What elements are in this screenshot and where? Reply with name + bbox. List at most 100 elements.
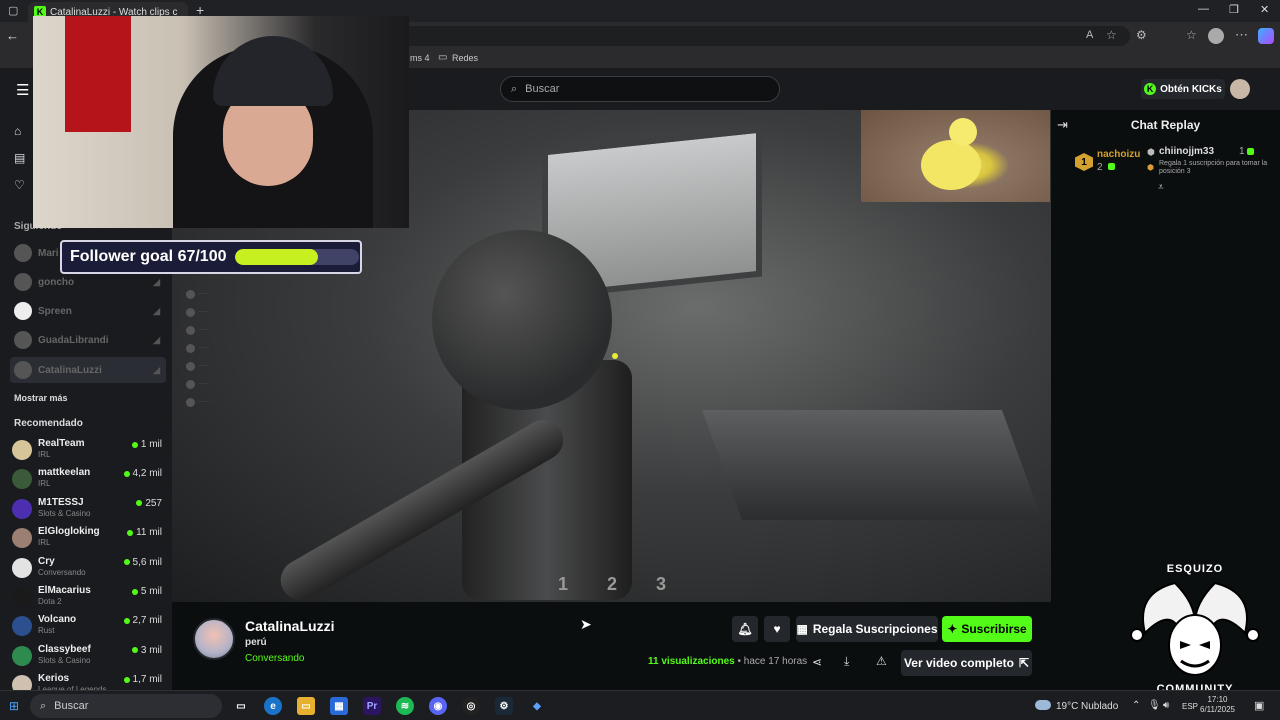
viewer-count: 2,7 mil xyxy=(132,615,162,627)
live-dot-icon xyxy=(136,500,143,507)
edge-icon[interactable]: e xyxy=(264,697,282,715)
user-avatar[interactable] xyxy=(1230,79,1250,99)
app-icon[interactable]: ◆ xyxy=(528,697,546,715)
back-icon[interactable]: ← xyxy=(6,28,19,43)
profile-icon[interactable] xyxy=(1208,28,1224,44)
recommended-item[interactable]: Volcano Rust 2,7 mil xyxy=(12,612,164,641)
channel-name[interactable]: CatalinaLuzzi xyxy=(245,618,334,634)
channel-avatar xyxy=(12,469,32,490)
gift-position-hint: Regala 1 suscripción para tomar la posic… xyxy=(1159,160,1268,175)
browse-icon[interactable]: ▤ xyxy=(14,151,28,165)
expand-leaderboard-icon[interactable]: ⩡ xyxy=(1158,182,1164,193)
favorite-star-icon[interactable]: ☆ xyxy=(1106,28,1117,42)
discord-icon[interactable]: ◉ xyxy=(429,697,447,715)
channel-avatar xyxy=(12,498,32,519)
language-indicator[interactable]: ESP xyxy=(1182,702,1198,711)
top-gifter-count: 2 xyxy=(1097,162,1103,173)
recommended-category: IRL xyxy=(38,479,51,489)
recommended-item[interactable]: M1TESSJ Slots & Casino 257 xyxy=(12,495,164,524)
recommended-viewers: 1 mil xyxy=(131,439,162,450)
recommended-name: ElMacarius xyxy=(38,585,91,596)
recommended-item[interactable]: RealTeam IRL 1 mil xyxy=(12,436,164,465)
bookmark-folder[interactable]: Redes xyxy=(452,53,478,63)
hamburger-menu-icon[interactable]: ☰ xyxy=(16,81,29,99)
offline-icon: ◢ xyxy=(153,305,160,316)
subscribe-button[interactable]: ✦ Suscribirse xyxy=(942,616,1032,642)
gift-leaderboard: 1 nachoizu 2 ⬢ chiinojjm33 1 ⬢ Regala 1 … xyxy=(1061,138,1273,186)
stream-title: perú xyxy=(245,637,267,648)
tab-actions-icon[interactable]: ▢ xyxy=(8,4,18,17)
follower-goal-widget: Follower goal 67/100 xyxy=(60,240,362,274)
follower-goal-progress-bar xyxy=(234,249,359,265)
stream-category[interactable]: Conversando xyxy=(245,653,304,664)
clock-date: 6/11/2025 xyxy=(1200,705,1235,714)
show-more-link[interactable]: Mostrar más xyxy=(14,393,68,403)
tray-chevron-icon[interactable]: ⌃ xyxy=(1132,700,1140,711)
home-icon[interactable]: ⌂ xyxy=(14,124,28,138)
following-item-active[interactable]: CatalinaLuzzi ◢ xyxy=(10,357,166,383)
top-gifter-name[interactable]: nachoizu xyxy=(1097,149,1140,160)
collections-icon[interactable]: ☆ xyxy=(1186,28,1197,42)
viewer-count: 4,2 mil xyxy=(132,468,162,480)
recommended-item[interactable]: Cry Conversando 5,6 mil xyxy=(12,554,164,583)
following-item[interactable]: GuadaLibrandi ◢ xyxy=(10,327,166,353)
spotify-icon[interactable]: ≋ xyxy=(396,697,414,715)
recommended-item[interactable]: mattkeelan IRL 4,2 mil xyxy=(12,465,164,494)
share-icon[interactable]: ⋖ xyxy=(812,655,822,669)
download-icon[interactable]: ⤓ xyxy=(844,654,849,669)
minimize-icon[interactable]: — xyxy=(1198,3,1209,15)
search-input[interactable]: ⌕ Buscar xyxy=(500,76,780,102)
notifications-bell-button[interactable]: 🔔︎ xyxy=(732,616,758,642)
views-count: 11 xyxy=(648,656,659,667)
recommended-item[interactable]: Classybeef Slots & Casino 3 mil xyxy=(12,642,164,671)
recommended-category: Slots & Casino xyxy=(38,508,91,518)
read-aloud-icon[interactable]: A xyxy=(1086,29,1093,41)
channel-avatar xyxy=(12,645,32,666)
microphone-icon[interactable]: 🎙︎ xyxy=(1148,700,1161,711)
weather-desc: Nublado xyxy=(1081,701,1119,712)
following-name: goncho xyxy=(38,276,75,288)
recommended-viewers: 257 xyxy=(136,498,162,509)
viewer-count: 1,7 mil xyxy=(132,674,162,686)
report-icon[interactable]: ⚠ xyxy=(876,654,887,668)
copilot-icon[interactable] xyxy=(1258,28,1274,44)
taskbar-search[interactable]: ⌕ Buscar xyxy=(30,694,222,718)
second-gifter-name[interactable]: chiinojjm33 xyxy=(1159,146,1214,157)
taskbar-clock[interactable]: 17:10 6/11/2025 xyxy=(1200,695,1235,715)
maximize-icon[interactable]: ❐ xyxy=(1229,3,1239,16)
live-dot-icon xyxy=(131,647,138,654)
more-menu-icon[interactable]: ⋯ xyxy=(1235,27,1248,43)
recommended-item[interactable]: ElGlogloking IRL 11 mil xyxy=(12,524,164,553)
following-item[interactable]: Spreen ◢ xyxy=(10,298,166,324)
weather-temp[interactable]: 19°C xyxy=(1056,701,1078,712)
gifter-badge-icon: ⬢ xyxy=(1147,147,1155,157)
steam-icon[interactable]: ⚙ xyxy=(495,697,513,715)
watch-full-video-button[interactable]: Ver video completo ⇱ xyxy=(901,650,1032,676)
rank-badge: 1 xyxy=(1075,153,1093,171)
following-heart-icon[interactable]: ♡ xyxy=(14,178,28,192)
offline-icon: ◢ xyxy=(153,364,160,375)
recommended-item[interactable]: ElMacarius Dota 2 5 mil xyxy=(12,583,164,612)
channel-avatar xyxy=(12,557,32,578)
recommended-viewers: 1,7 mil xyxy=(123,674,162,686)
file-explorer-icon[interactable]: ▭ xyxy=(297,697,315,715)
get-kicks-button[interactable]: K Obtén KICKs xyxy=(1141,79,1225,99)
following-name: GuadaLibrandi xyxy=(38,334,109,346)
volume-icon[interactable]: 🔊︎ xyxy=(1163,700,1169,711)
premiere-icon[interactable]: Pr xyxy=(363,697,381,715)
store-icon[interactable]: ▦ xyxy=(330,697,348,715)
bookmark-item[interactable]: ms 4 xyxy=(410,53,430,63)
extensions-icon[interactable]: ⚙ xyxy=(1136,28,1147,42)
obs-icon[interactable]: ◎ xyxy=(462,697,480,715)
follow-heart-button[interactable]: ♥ xyxy=(764,616,790,642)
close-window-icon[interactable]: ✕ xyxy=(1260,3,1269,16)
ingame-chat-overlay: ····· ····· ····· ····· ····· ····· ····… xyxy=(186,285,296,415)
channel-avatar[interactable] xyxy=(193,618,235,660)
gift-icon: ▦ xyxy=(796,622,808,636)
recommended-name: Cry xyxy=(38,555,55,567)
task-view-icon[interactable]: ▭ xyxy=(232,697,250,715)
notifications-icon[interactable]: ▣ xyxy=(1254,699,1264,712)
windows-start-icon[interactable]: ⊞ xyxy=(9,699,19,713)
url-field[interactable] xyxy=(400,26,1130,46)
gift-subs-button[interactable]: ▦ Regala Suscripciones xyxy=(796,616,938,642)
